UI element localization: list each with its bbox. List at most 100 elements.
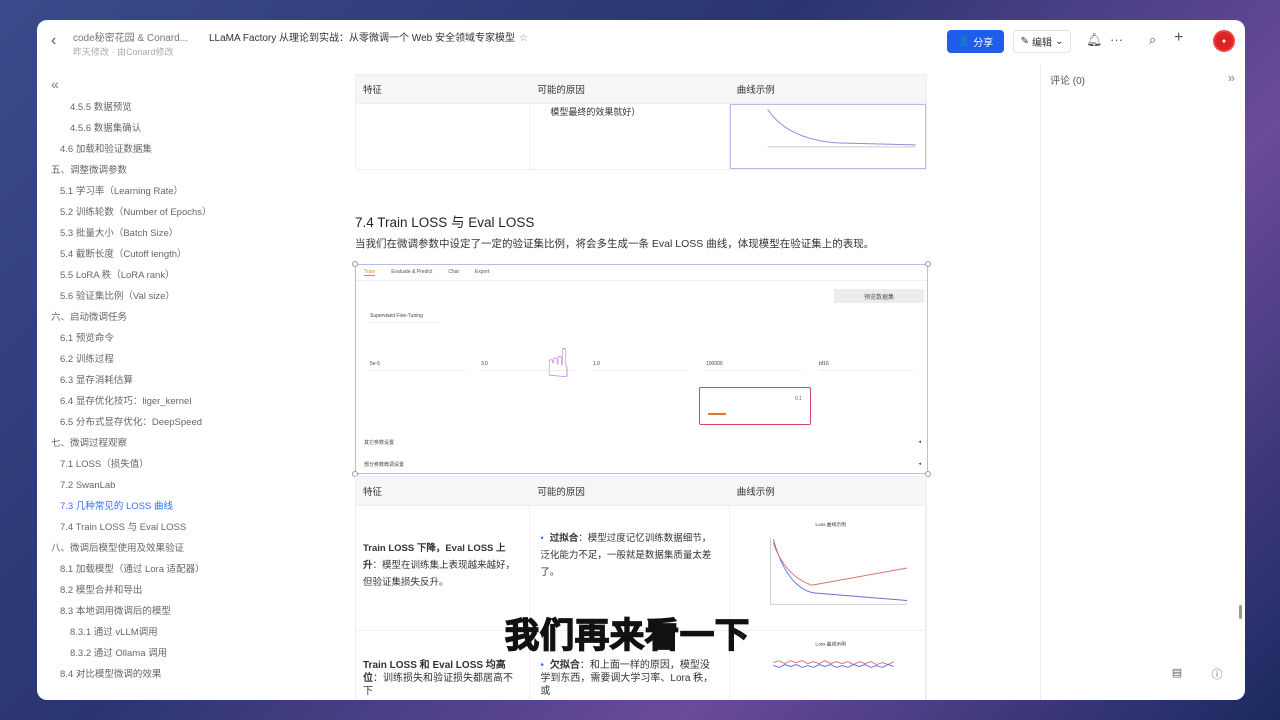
toc-item[interactable]: 6.1 预览命令: [37, 328, 337, 349]
bullet-icon: •: [540, 660, 544, 671]
toc-item[interactable]: 六、启动微调任务: [37, 307, 337, 328]
video-subtitle: 我们再来看一下: [504, 615, 750, 657]
toc-item[interactable]: 8.3 本地调用微调后的模型: [37, 601, 337, 622]
toc-item[interactable]: 八、微调后模型使用及效果验证: [37, 538, 337, 559]
avatar[interactable]: ●: [1213, 30, 1235, 52]
accordion-1: 其它参数设置 ◂: [364, 439, 921, 446]
document-content: 特征 可能的原因 曲线示例 模型最终的效果就好） 7.4 Train LOSS …: [340, 64, 1040, 700]
compute-field: bf16: [819, 361, 914, 371]
chart-title: Loss 曲线示例: [815, 640, 846, 647]
bell-icon[interactable]: 🔔︎: [1086, 32, 1103, 48]
toc-item[interactable]: 5.6 验证集比例（Val size）: [37, 286, 337, 307]
samples-field: 100000: [706, 361, 801, 371]
resize-handle[interactable]: [925, 261, 931, 267]
col-header: 可能的原因: [537, 85, 585, 96]
caret-icon: ◂: [918, 439, 921, 445]
toc-item[interactable]: 6.5 分布式显存优化：DeepSpeed: [37, 412, 337, 433]
tab-evaluate: Evaluate & Predict: [391, 269, 433, 275]
col-header: 特征: [363, 487, 383, 498]
caret-icon: ◂: [918, 461, 921, 467]
feature-text: ：模型在训练集上表现越来越好，但验证集损失反升。: [363, 560, 516, 588]
train-loss-line: [772, 539, 907, 601]
toc-item[interactable]: 五、调整微调参数: [37, 160, 337, 181]
chart-cell: Loss 曲线示例: [730, 631, 926, 700]
toc-item[interactable]: 7.4 Train LOSS 与 Eval LOSS: [37, 517, 337, 538]
doc-title: LLaMA Factory 从理论到实战：从零微调一个 Web 安全领域专家模型…: [209, 29, 528, 44]
toc-item[interactable]: 6.3 显存消耗估算: [37, 370, 337, 391]
table-header: 特征 可能的原因 曲线示例: [356, 75, 926, 103]
cell: 模型最终的效果就好）: [530, 104, 730, 169]
toc-item[interactable]: 7.2 SwanLab: [37, 475, 337, 496]
plus-icon[interactable]: +: [1174, 29, 1183, 47]
eval-loss-line: [772, 542, 907, 586]
toc-item[interactable]: 5.5 LoRA 秩（LoRA rank）: [37, 265, 337, 286]
val-size-value: 0.1: [795, 396, 802, 402]
edit-button[interactable]: ✎ 编辑 ⌄: [1013, 30, 1071, 53]
share-label: 分享: [973, 38, 994, 49]
toc-list: 4.5.5 数据预览 4.5.6 数据集确认 4.6 加载和验证数据集 五、调整微调参…: [37, 97, 337, 685]
search-icon[interactable]: ⌕: [1149, 32, 1156, 48]
edit-label: 编辑: [1032, 38, 1052, 49]
toc-item[interactable]: 8.3.1 通过 vLLM调用: [37, 622, 337, 643]
loss-table: 特征 可能的原因 曲线示例 Train LOSS 下降，Eval LOSS 上升…: [355, 476, 927, 700]
table-row: 模型最终的效果就好）: [356, 103, 926, 169]
toc-item[interactable]: 5.2 训练轮数（Number of Epochs）: [37, 202, 337, 223]
scrollbar[interactable]: [1239, 605, 1242, 619]
table-top: 特征 可能的原因 曲线示例 模型最终的效果就好）: [355, 74, 927, 170]
feature-text: ：训练损失和验证损失都居高不下: [363, 673, 513, 697]
accordion-label: 其它参数设置: [364, 440, 395, 446]
user-icon: 👤: [957, 36, 971, 47]
accordion-2: 部分参数微调设置 ◂: [364, 461, 921, 468]
toc-item[interactable]: 8.3.2 通过 Ollama 调用: [37, 643, 337, 664]
tab-chat: Chat: [448, 269, 459, 275]
toc-item[interactable]: 七、微调过程观察: [37, 433, 337, 454]
accordion-label: 部分参数微调设置: [364, 462, 405, 468]
reason-bold: 欠拟合: [549, 660, 580, 671]
comments-label: 评论 (0): [1050, 76, 1085, 87]
doc-meta: 昨天修改 · 由Conard修改: [73, 47, 174, 57]
share-button[interactable]: 👤 分享: [947, 30, 1004, 53]
embedded-tabs: Train Evaluate & Predict Chat Export: [356, 265, 927, 281]
train-loss-line: [772, 664, 894, 668]
chevron-down-icon: ⌄: [1055, 36, 1064, 47]
toc-item[interactable]: 4.5.5 数据预览: [37, 97, 337, 118]
table-header: 特征 可能的原因 曲线示例: [356, 477, 926, 505]
toc-item[interactable]: 4.6 加载和验证数据集: [37, 139, 337, 160]
loss-chart: [766, 109, 916, 148]
section-paragraph: 当我们在微调参数中设定了一定的验证集比例，将会多生成一条 Eval LOSS 曲…: [355, 238, 875, 250]
val-size-highlight: 0.1: [699, 387, 811, 425]
pen-icon: ✎: [1020, 36, 1029, 47]
more-icon[interactable]: ···: [1110, 32, 1123, 47]
toc-item[interactable]: 5.4 截断长度（Cutoff length）: [37, 244, 337, 265]
col-header: 可能的原因: [537, 487, 585, 498]
chart-cell: [729, 104, 926, 169]
star-icon[interactable]: ☆: [519, 33, 528, 44]
help-icon[interactable]: ⓘ: [1209, 666, 1225, 682]
toc-item[interactable]: 6.4 显存优化技巧：liger_kernel: [37, 391, 337, 412]
breadcrumb[interactable]: code秘密花园 & Conard...: [73, 29, 188, 44]
lr-field: 5e-5: [370, 361, 465, 371]
toc-item[interactable]: 4.5.6 数据集确认: [37, 118, 337, 139]
toc-item[interactable]: 6.2 训练过程: [37, 349, 337, 370]
header: ‹ code秘密花园 & Conard... LLaMA Factory 从理论…: [37, 20, 1245, 64]
sidebar-toc: « 4.5.5 数据预览 4.5.6 数据集确认 4.6 加载和验证数据集 五、调整微…: [37, 64, 340, 700]
comments-panel: 评论 (0) » ▤ ⓘ: [1040, 64, 1245, 700]
toc-item[interactable]: 8.1 加载模型（通过 Lora 适配器）: [37, 559, 337, 580]
embedded-screenshot[interactable]: Train Evaluate & Predict Chat Export Sup…: [352, 261, 931, 477]
toc-item[interactable]: 7.3 几种常见的 LOSS 曲线: [37, 496, 337, 517]
back-icon[interactable]: ‹: [51, 32, 56, 50]
col-header: 曲线示例: [736, 85, 775, 96]
doc-icon[interactable]: ▤: [1169, 666, 1185, 682]
toc-item[interactable]: 7.1 LOSS（损失值）: [37, 454, 337, 475]
toc-item[interactable]: 5.1 学习率（Learning Rate）: [37, 181, 337, 202]
collapse-icon[interactable]: «: [51, 76, 59, 92]
expand-icon[interactable]: »: [1228, 70, 1235, 85]
tab-export: Export: [474, 269, 490, 275]
preview-dataset-button: 预览数据集: [834, 289, 924, 303]
toc-item[interactable]: 8.4 对比模型微调的效果: [37, 664, 337, 685]
bullet-icon: •: [540, 533, 544, 544]
col-header: 特征: [363, 85, 383, 96]
toc-item[interactable]: 5.3 批量大小（Batch Size）: [37, 223, 337, 244]
toc-item[interactable]: 8.2 模型合并和导出: [37, 580, 337, 601]
resize-handle[interactable]: [352, 261, 358, 267]
